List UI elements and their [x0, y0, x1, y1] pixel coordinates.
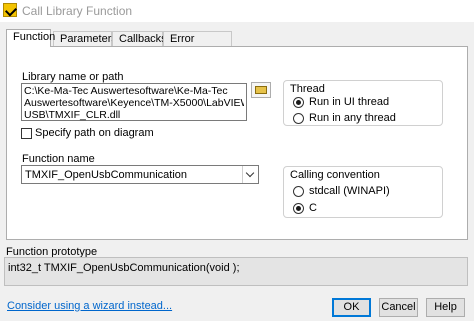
- function-prototype-box: int32_t TMXIF_OpenUsbCommunication(void …: [4, 257, 468, 286]
- chevron-down-icon: [245, 168, 255, 178]
- c-convention-label: C: [309, 202, 317, 214]
- browse-button[interactable]: [251, 82, 271, 98]
- c-convention-radio[interactable]: [293, 203, 304, 214]
- specify-path-checkbox[interactable]: [21, 128, 32, 139]
- function-name-label: Function name: [22, 153, 95, 165]
- calling-convention-title: Calling convention: [289, 169, 381, 181]
- thread-group-title: Thread: [289, 83, 326, 95]
- tab-parameters[interactable]: Parameters: [53, 31, 117, 46]
- stdcall-radio[interactable]: [293, 186, 304, 197]
- thread-group: Thread Run in UI thread Run in any threa…: [283, 80, 443, 126]
- thread-ui-label: Run in UI thread: [309, 96, 390, 108]
- thread-any-label: Run in any thread: [309, 112, 396, 124]
- function-name-combobox[interactable]: TMXIF_OpenUsbCommunication: [21, 165, 259, 184]
- function-name-dropdown-button[interactable]: [242, 166, 258, 183]
- tab-function[interactable]: Function: [6, 29, 55, 47]
- library-path-field[interactable]: C:\Ke-Ma-Tec Auswertesoftware\Ke-Ma-Tec …: [21, 83, 247, 121]
- help-button[interactable]: Help: [426, 298, 465, 317]
- folder-open-icon: [255, 86, 267, 94]
- library-path-label: Library name or path: [22, 71, 124, 83]
- function-prototype-text: int32_t TMXIF_OpenUsbCommunication(void …: [8, 262, 240, 274]
- tab-error-checking[interactable]: Error Checking: [163, 31, 232, 60]
- thread-any-radio[interactable]: [293, 113, 304, 124]
- labview-app-icon: [3, 3, 17, 17]
- function-name-value: TMXIF_OpenUsbCommunication: [25, 169, 188, 181]
- window-title: Call Library Function: [22, 4, 133, 18]
- calling-convention-group: Calling convention stdcall (WINAPI) C: [283, 166, 443, 218]
- ok-button[interactable]: OK: [332, 298, 371, 317]
- wizard-link[interactable]: Consider using a wizard instead...: [7, 300, 172, 312]
- specify-path-label: Specify path on diagram: [35, 127, 154, 139]
- stdcall-label: stdcall (WINAPI): [309, 185, 390, 197]
- cancel-button[interactable]: Cancel: [379, 298, 418, 317]
- tab-callbacks[interactable]: Callbacks: [112, 31, 167, 46]
- title-bar: Call Library Function: [0, 0, 474, 22]
- thread-ui-radio[interactable]: [293, 97, 304, 108]
